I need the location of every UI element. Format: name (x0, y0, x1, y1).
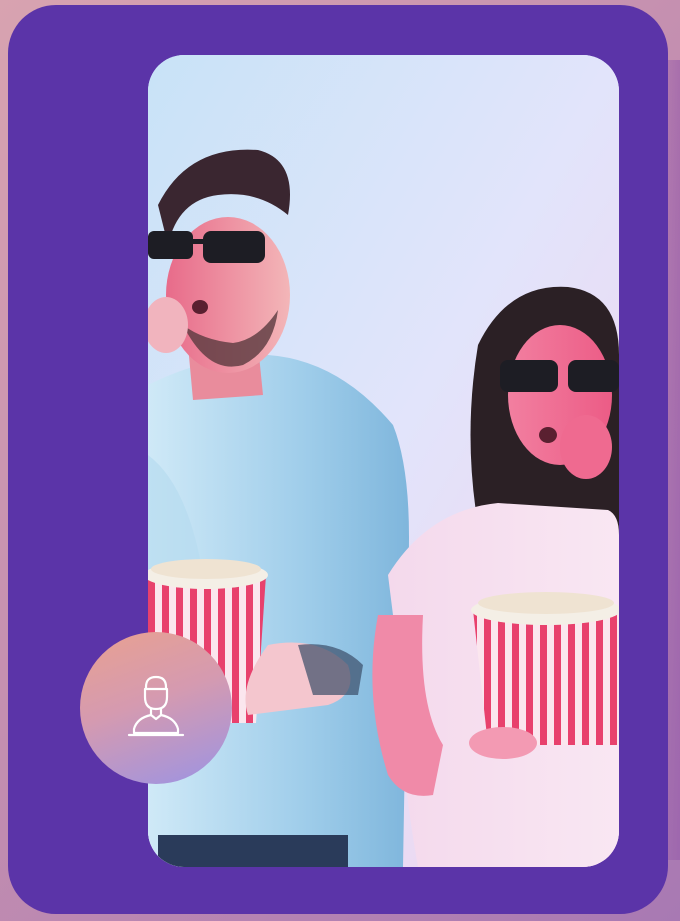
promo-card (8, 5, 668, 914)
user-badge[interactable] (80, 632, 232, 784)
user-icon (121, 671, 191, 746)
page (0, 0, 680, 921)
